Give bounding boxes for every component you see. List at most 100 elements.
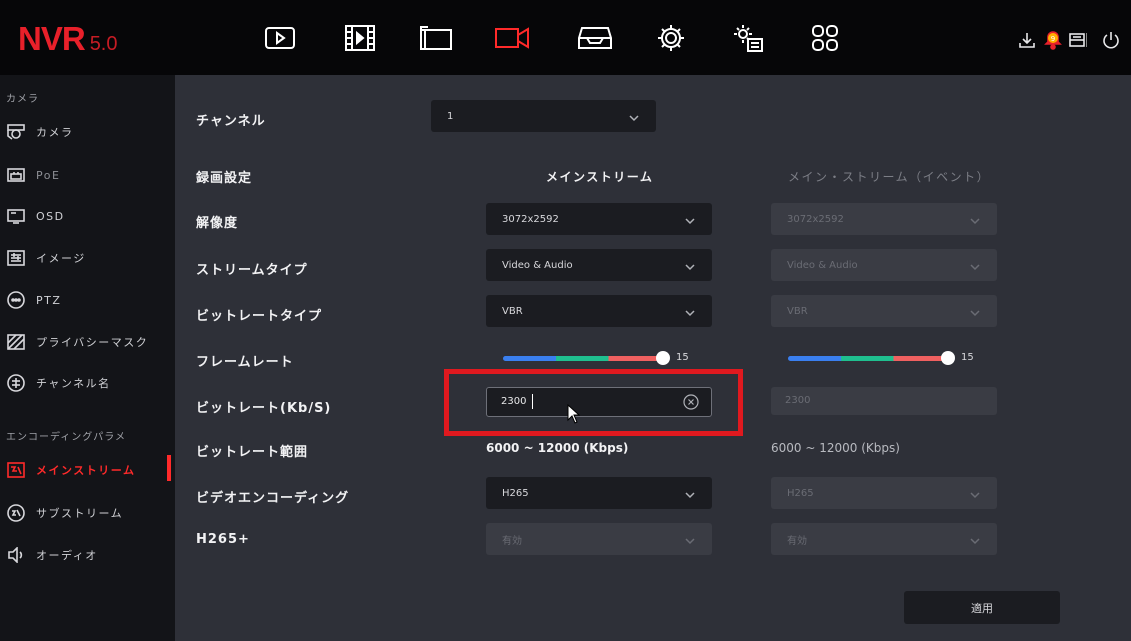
- resolution-select-main[interactable]: 3072x2592: [486, 203, 712, 235]
- sidebar-item-label: イメージ: [36, 252, 86, 265]
- slider-track: [788, 356, 948, 361]
- col-head-event: メイン・ストリーム（イベント）: [788, 170, 991, 184]
- substream-icon: [6, 504, 26, 522]
- slider-knob[interactable]: [656, 351, 670, 365]
- sidebar-item-label: サブストリーム: [36, 507, 124, 520]
- sidebar-item-label: メインストリーム: [36, 464, 136, 477]
- sidebar-section-encoding: エンコーディングパラメ: [6, 432, 126, 443]
- bitrate-type-value-main: VBR: [502, 305, 523, 317]
- video-encoding-value-main: H265: [502, 487, 529, 499]
- camera-icon: [6, 123, 26, 141]
- sidebar-item-poe[interactable]: PoE: [0, 160, 175, 190]
- bitrate-type-select-event: VBR: [771, 295, 997, 327]
- bitrate-range-event: 6000 ~ 12000 (Kbps): [771, 441, 900, 455]
- download-icon[interactable]: [1016, 30, 1038, 50]
- h265plus-value-main: 有効: [502, 535, 522, 547]
- chevron-down-icon: [969, 486, 981, 499]
- topbar-divider: [1086, 33, 1087, 47]
- chevron-down-icon: [684, 212, 696, 225]
- logo-version: 5.0: [89, 33, 118, 55]
- sidebar-item-privacy-mask[interactable]: プライバシーマスク: [0, 327, 175, 357]
- resolution-value-main: 3072x2592: [502, 213, 559, 225]
- bitrate-range-label: ビットレート範囲: [196, 445, 309, 460]
- stream-type-value-main: Video & Audio: [502, 259, 573, 271]
- sidebar-item-ptz[interactable]: PTZ: [0, 285, 175, 315]
- h265plus-select-main: 有効: [486, 523, 712, 555]
- chevron-down-icon: [628, 109, 640, 122]
- bitrate-type-label: ビットレートタイプ: [196, 309, 323, 324]
- frame-rate-value-main: 15: [676, 352, 689, 363]
- sidebar-item-audio[interactable]: オーディオ: [0, 540, 175, 570]
- sidebar-item-label: OSD: [36, 209, 65, 223]
- frame-rate-value-event: 15: [961, 352, 974, 363]
- video-encoding-label: ビデオエンコーディング: [196, 491, 350, 506]
- sidebar-item-label: PoE: [36, 168, 61, 182]
- video-encoding-select-event: H265: [771, 477, 997, 509]
- h265plus-value-event: 有効: [787, 535, 807, 547]
- stream-type-select-main[interactable]: Video & Audio: [486, 249, 712, 281]
- stream-type-label: ストリームタイプ: [196, 263, 308, 278]
- sidebar-item-osd[interactable]: OSD: [0, 201, 175, 231]
- channel-name-icon: [6, 374, 26, 392]
- video-encoding-value-event: H265: [787, 487, 814, 499]
- video-encoding-select-main[interactable]: H265: [486, 477, 712, 509]
- settings-gear-icon[interactable]: [654, 23, 688, 53]
- mouse-cursor-icon: [567, 403, 581, 428]
- sidebar-item-image[interactable]: イメージ: [0, 243, 175, 273]
- audio-icon: [6, 546, 26, 564]
- chevron-down-icon: [969, 532, 981, 545]
- sidebar-item-camera[interactable]: カメラ: [0, 117, 175, 147]
- sidebar-item-label: チャンネル名: [36, 377, 111, 390]
- chevron-down-icon: [969, 304, 981, 317]
- sidebar-item-label: PTZ: [36, 293, 62, 307]
- camera-record-icon[interactable]: [495, 23, 529, 53]
- logo-text: NVR: [18, 20, 86, 57]
- message-icon[interactable]: [1066, 30, 1088, 50]
- ptz-icon: [6, 291, 26, 309]
- power-icon[interactable]: [1100, 30, 1122, 50]
- sidebar-item-mainstream[interactable]: メインストリーム: [0, 455, 175, 485]
- bitrate-value-event: 2300: [785, 395, 811, 406]
- alarm-bell-icon[interactable]: 9: [1042, 30, 1064, 50]
- storage-icon[interactable]: [578, 23, 612, 53]
- playback-icon[interactable]: [343, 23, 377, 53]
- file-folder-icon[interactable]: [419, 23, 453, 53]
- chevron-down-icon: [684, 258, 696, 271]
- chevron-down-icon: [969, 258, 981, 271]
- sidebar-item-label: プライバシーマスク: [36, 336, 149, 349]
- apps-grid-icon[interactable]: [808, 23, 842, 53]
- col-head-mainstream: メインストリーム: [546, 170, 654, 184]
- poe-icon: [6, 166, 26, 184]
- stream-type-select-event: Video & Audio: [771, 249, 997, 281]
- sidebar-item-substream[interactable]: サブストリーム: [0, 498, 175, 528]
- sidebar-item-label: オーディオ: [36, 549, 98, 562]
- chevron-down-icon: [684, 486, 696, 499]
- resolution-select-event: 3072x2592: [771, 203, 997, 235]
- channel-label: チャンネル: [196, 114, 266, 129]
- slider-knob: [941, 351, 955, 365]
- chevron-down-icon: [684, 304, 696, 317]
- stream-type-value-event: Video & Audio: [787, 259, 858, 271]
- bitrate-type-select-main[interactable]: VBR: [486, 295, 712, 327]
- chevron-down-icon: [969, 212, 981, 225]
- channel-select[interactable]: 1: [431, 100, 656, 132]
- bitrate-range-main: 6000 ~ 12000 (Kbps): [486, 441, 629, 455]
- record-settings-label: 録画設定: [196, 171, 253, 186]
- live-view-icon[interactable]: [263, 23, 297, 53]
- sidebar-section-camera: カメラ: [6, 94, 39, 105]
- bitrate-input-event: 2300: [771, 387, 997, 415]
- image-icon: [6, 249, 26, 267]
- apply-button[interactable]: 適用: [904, 591, 1060, 624]
- frame-rate-slider-main[interactable]: 15: [503, 351, 698, 365]
- frame-rate-label: フレームレート: [196, 355, 294, 370]
- h265plus-label: H265+: [196, 532, 250, 547]
- system-settings-icon[interactable]: [731, 23, 765, 53]
- highlight-box: [444, 369, 743, 436]
- chevron-down-icon: [684, 532, 696, 545]
- h265plus-select-event: 有効: [771, 523, 997, 555]
- sidebar-item-channel-name[interactable]: チャンネル名: [0, 368, 175, 398]
- app-logo: NVR 5.0: [18, 20, 118, 57]
- bitrate-label: ビットレート(Kb/S): [196, 401, 332, 416]
- privacy-mask-icon: [6, 333, 26, 351]
- top-bar: NVR 5.0 9: [0, 0, 1131, 75]
